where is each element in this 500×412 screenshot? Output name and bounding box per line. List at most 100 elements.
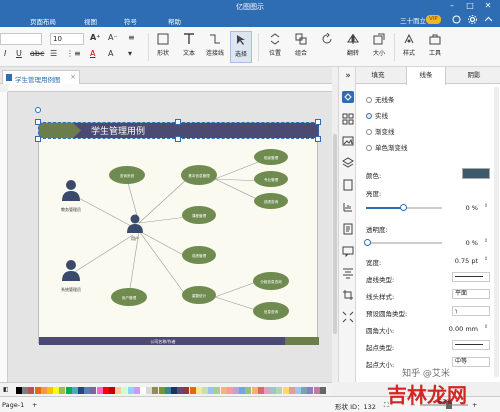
color-swatch[interactable]	[96, 387, 103, 394]
account-name[interactable]: 三十而立	[400, 15, 426, 25]
color-swatch[interactable]	[127, 387, 134, 394]
color-swatch[interactable]	[245, 387, 252, 394]
transparency-slider[interactable]	[364, 239, 442, 246]
decrease-font-icon[interactable]: A⁻	[108, 33, 118, 42]
close-icon[interactable]: ✕	[482, 1, 494, 11]
font-family-select[interactable]	[0, 33, 42, 45]
menu-view[interactable]: 视图	[84, 16, 97, 26]
crop-icon[interactable]	[342, 289, 354, 301]
chart-icon[interactable]	[342, 201, 354, 213]
color-swatch[interactable]	[319, 387, 326, 394]
color-swatch[interactable]	[307, 387, 314, 394]
color-swatch[interactable]	[102, 387, 109, 394]
color-swatch[interactable]	[171, 387, 177, 394]
tools-button[interactable]: 工具	[424, 31, 446, 63]
resize-handle[interactable]	[175, 136, 181, 142]
rotate-icon[interactable]	[316, 31, 338, 63]
line-color-swatch[interactable]	[462, 168, 490, 179]
text-effect-icon[interactable]: A	[108, 49, 113, 58]
settings-icon[interactable]	[468, 15, 477, 24]
option-no-line[interactable]: 无线条	[366, 94, 395, 104]
comment-icon[interactable]	[342, 245, 354, 257]
list-icon[interactable]: ☰	[50, 49, 57, 58]
spinner-icon[interactable]: ⇕	[484, 238, 488, 244]
color-swatch[interactable]	[214, 387, 221, 394]
color-swatch[interactable]	[177, 387, 184, 394]
color-swatch[interactable]	[313, 387, 320, 394]
more-format-icon[interactable]: ▾	[128, 49, 132, 58]
palette-menu-icon[interactable]: ◧	[3, 386, 9, 393]
position-button[interactable]: 位置	[264, 31, 286, 63]
tab-line[interactable]: 线条	[406, 67, 446, 85]
brightness-slider[interactable]	[366, 204, 442, 211]
color-swatch[interactable]	[78, 387, 84, 394]
color-swatch[interactable]	[276, 387, 283, 394]
collapse-panel-icon[interactable]: »	[342, 71, 354, 83]
resize-handle[interactable]	[315, 136, 321, 142]
fill-bucket-icon[interactable]	[342, 91, 354, 103]
color-swatch[interactable]	[115, 387, 122, 394]
color-swatch[interactable]	[152, 387, 159, 394]
layers-icon[interactable]	[342, 157, 354, 169]
underline-icon[interactable]: U	[16, 49, 22, 58]
transparency-knob[interactable]	[364, 239, 371, 246]
color-swatch[interactable]	[251, 387, 258, 394]
rounding-select[interactable]: ╮	[452, 306, 490, 316]
increase-font-icon[interactable]: A⁺	[90, 33, 100, 42]
document-icon[interactable]	[342, 223, 354, 235]
page-icon[interactable]	[342, 179, 354, 191]
color-swatch[interactable]	[257, 387, 264, 394]
color-swatch[interactable]	[22, 387, 29, 394]
color-swatch[interactable]	[270, 387, 277, 394]
italic-icon[interactable]: I	[4, 49, 6, 58]
actor-user[interactable]	[127, 214, 143, 234]
color-swatch[interactable]	[16, 387, 22, 394]
color-swatch[interactable]	[233, 387, 239, 394]
resize-handle[interactable]	[35, 136, 41, 142]
color-swatch[interactable]	[288, 387, 295, 394]
rotate-handle[interactable]	[35, 107, 41, 113]
option-mono-gradient[interactable]: 单色渐变线	[366, 142, 408, 152]
color-swatch[interactable]	[47, 387, 53, 394]
align-distribute-icon[interactable]	[342, 267, 354, 279]
menu-page-layout[interactable]: 页面布局	[30, 16, 56, 26]
add-page-icon[interactable]: +	[32, 401, 37, 409]
color-swatch[interactable]	[183, 387, 190, 394]
close-tab-icon[interactable]: ×	[70, 73, 76, 81]
shape-button[interactable]: 形状	[152, 31, 174, 63]
align-icon[interactable]: ≡	[128, 33, 135, 42]
color-swatch[interactable]	[164, 387, 171, 394]
spinner-icon[interactable]: ⇕	[484, 256, 488, 262]
color-swatch[interactable]	[133, 387, 140, 394]
resize-handle[interactable]	[315, 119, 321, 125]
maximize-icon[interactable]: □	[464, 1, 476, 11]
resize-handle[interactable]	[175, 119, 181, 125]
color-swatch[interactable]	[59, 387, 66, 394]
color-swatch[interactable]	[295, 387, 301, 394]
footer-text[interactable]: 公司名称/作者	[150, 338, 175, 344]
font-size-select[interactable]: 10	[50, 33, 84, 45]
color-swatch[interactable]	[220, 387, 227, 394]
diagram-page[interactable]: 学生管理用例 教务管理员 系统管理员 用户 查询系统 基本信息管理 课程管理 成…	[35, 107, 321, 345]
width-value[interactable]: 0.75 pt	[446, 257, 478, 265]
panel-scrollbar[interactable]	[494, 87, 499, 377]
document-tab[interactable]: 学生管理用例图 ×	[2, 70, 80, 84]
menu-help[interactable]: 帮助	[168, 16, 181, 26]
drawing-canvas[interactable]: 学生管理用例 教务管理员 系统管理员 用户 查询系统 基本信息管理 课程管理 成…	[8, 92, 332, 382]
color-swatch[interactable]	[146, 387, 153, 394]
color-swatch[interactable]	[71, 387, 78, 394]
style-button[interactable]: 样式	[398, 31, 420, 63]
spinner-icon[interactable]: ⇕	[484, 324, 488, 330]
color-swatch[interactable]	[53, 387, 60, 394]
tab-shadow[interactable]: 阴影	[454, 67, 494, 84]
connector-button[interactable]: 连接线	[204, 31, 226, 63]
radio-gradient-line[interactable]	[366, 129, 372, 135]
color-swatch[interactable]	[109, 387, 115, 394]
menu-symbols[interactable]: 符号	[124, 16, 137, 26]
color-swatch[interactable]	[158, 387, 165, 394]
grid-icon[interactable]	[342, 113, 354, 125]
option-solid-line[interactable]: 实线	[366, 110, 388, 120]
color-swatch[interactable]	[239, 387, 246, 394]
tab-fill[interactable]: 填充	[358, 67, 398, 84]
color-swatch[interactable]	[202, 387, 208, 394]
